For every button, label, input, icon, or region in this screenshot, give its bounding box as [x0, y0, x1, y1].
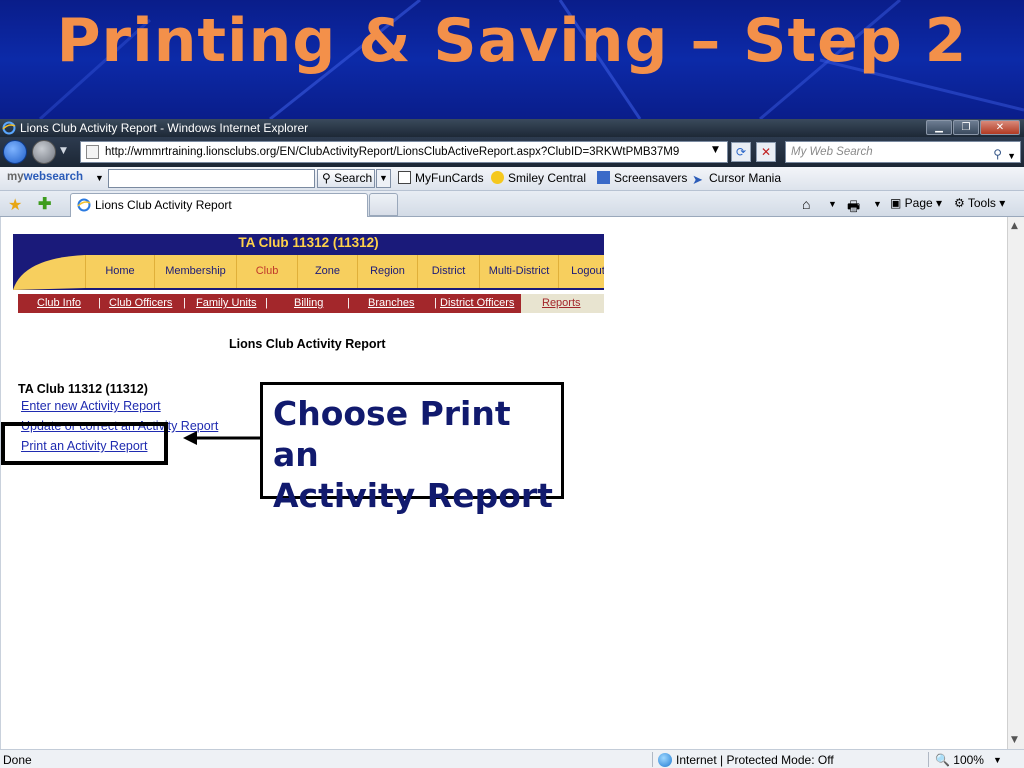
search-input[interactable]: My Web Search ⚲ ▼ — [785, 141, 1021, 163]
nav-club[interactable]: Club — [236, 255, 297, 288]
address-toolbar: ▼ http://wmmrtraining.lionsclubs.org/EN/… — [0, 137, 1024, 167]
tab-lions-club-activity-report[interactable]: Lions Club Activity Report — [70, 193, 368, 217]
report-title: Lions Club Activity Report — [229, 337, 386, 351]
refresh-button[interactable]: ⟳ — [731, 142, 751, 162]
main-nav: Home Membership Club Zone Region Distric… — [13, 252, 604, 290]
slide-title: Printing & Saving – Step 2 — [56, 6, 968, 76]
scroll-down-icon[interactable]: ▼ — [1011, 735, 1018, 745]
zoom-level[interactable]: 🔍 100% — [935, 753, 984, 767]
subnav-club-info[interactable]: Club Info — [37, 297, 81, 309]
status-text: Done — [3, 753, 32, 767]
security-zone[interactable]: Internet | Protected Mode: Off — [658, 753, 834, 767]
minimize-button[interactable]: ▁ — [926, 120, 952, 135]
back-button[interactable] — [3, 140, 27, 164]
print-dropdown-icon[interactable]: ▼ — [873, 199, 882, 209]
favorites-star-icon[interactable]: ★ — [8, 195, 22, 215]
nav-district[interactable]: District — [417, 255, 479, 288]
address-field[interactable]: http://wmmrtraining.lionsclubs.org/EN/Cl… — [80, 141, 728, 163]
add-favorite-icon[interactable]: ✚ — [38, 194, 51, 214]
nav-membership[interactable]: Membership — [154, 255, 236, 288]
subnav-branches[interactable]: Branches — [368, 297, 414, 309]
search-options-icon[interactable]: ▼ — [1007, 146, 1016, 166]
mywebsearch-dropdown-icon[interactable]: ▼ — [95, 173, 104, 183]
window-titlebar: Lions Club Activity Report - Windows Int… — [0, 119, 1024, 137]
link-cursor-mania[interactable]: ➤ Cursor Mania — [692, 171, 781, 186]
highlight-box — [1, 422, 168, 465]
mywebsearch-logo[interactable]: mywebsearch — [7, 171, 83, 183]
club-header: TA Club 11312 (11312) — [13, 234, 604, 252]
link-myfuncards[interactable]: MyFunCards — [398, 171, 484, 185]
subnav-reports[interactable]: Reports — [542, 297, 581, 309]
slide-banner: Printing & Saving – Step 2 — [0, 0, 1024, 119]
maximize-button[interactable]: ❐ — [953, 120, 979, 135]
callout-box: Choose Print an Activity Report — [260, 382, 564, 515]
search-placeholder: My Web Search — [791, 146, 873, 158]
search-icon[interactable]: ⚲ — [993, 144, 1002, 164]
ie-tab-icon — [77, 198, 91, 212]
new-tab-button[interactable] — [369, 193, 398, 216]
home-dropdown-icon[interactable]: ▼ — [828, 199, 837, 209]
subnav-club-officers[interactable]: Club Officers — [109, 297, 172, 309]
stop-button[interactable]: ✕ — [756, 142, 776, 162]
link-enter-new-report[interactable]: Enter new Activity Report — [21, 399, 161, 413]
subnav-family-units[interactable]: Family Units — [196, 297, 257, 309]
vertical-scrollbar[interactable]: ▲ ▼ — [1007, 217, 1024, 749]
window-title: Lions Club Activity Report - Windows Int… — [20, 121, 309, 135]
status-bar: Done Internet | Protected Mode: Off 🔍 10… — [0, 749, 1024, 768]
club-name: TA Club 11312 (11312) — [18, 382, 148, 396]
link-screensavers[interactable]: Screensavers — [597, 171, 687, 185]
mywebsearch-input[interactable] — [108, 169, 315, 188]
callout-line-2: Activity Report — [273, 476, 553, 515]
nav-zone[interactable]: Zone — [297, 255, 357, 288]
ie-logo-icon — [2, 121, 16, 135]
mywebsearch-search-button[interactable]: ⚲ Search — [317, 169, 375, 188]
subnav-district-officers[interactable]: District Officers — [440, 297, 514, 309]
history-dropdown-icon[interactable]: ▼ — [60, 146, 67, 156]
callout-line-1: Choose Print an — [273, 394, 511, 474]
card-icon — [398, 171, 411, 184]
nav-home[interactable]: Home — [85, 255, 154, 288]
links-toolbar: mywebsearch ▼ ⚲ Search ▼ MyFunCards Smil… — [0, 167, 1024, 191]
forward-button[interactable] — [32, 140, 56, 164]
monitor-icon — [597, 171, 610, 184]
page-icon — [86, 145, 99, 159]
page-menu[interactable]: ▣ Page ▾ — [890, 196, 942, 210]
callout-arrow — [183, 431, 263, 445]
nav-logout[interactable]: Logout — [558, 255, 604, 288]
zoom-dropdown-icon[interactable]: ▼ — [993, 755, 1002, 765]
nav-multi-district[interactable]: Multi-District — [479, 255, 558, 288]
tab-toolbar: ★ ✚ Lions Club Activity Report ⌂ ▼ 🖶 ▼ ▣… — [0, 191, 1024, 217]
link-smiley-central[interactable]: Smiley Central — [491, 171, 586, 185]
url-text: http://wmmrtraining.lionsclubs.org/EN/Cl… — [105, 146, 680, 158]
address-dropdown-icon[interactable]: ▼ — [712, 145, 719, 155]
globe-icon — [658, 753, 672, 767]
home-icon[interactable]: ⌂ — [802, 196, 810, 212]
cursor-icon: ➤ — [692, 172, 703, 187]
mywebsearch-search-dropdown[interactable]: ▼ — [376, 169, 391, 188]
tools-menu[interactable]: ⚙ Tools ▾ — [954, 196, 1005, 210]
smiley-icon — [491, 171, 504, 184]
close-button[interactable]: ✕ — [980, 120, 1020, 135]
scroll-up-icon[interactable]: ▲ — [1011, 221, 1018, 231]
page-content: TA Club 11312 (11312) Home Membership Cl… — [0, 217, 1007, 749]
sub-nav: Club Info | Club Officers | Family Units… — [18, 294, 604, 313]
subnav-billing[interactable]: Billing — [294, 297, 323, 309]
nav-region[interactable]: Region — [357, 255, 417, 288]
